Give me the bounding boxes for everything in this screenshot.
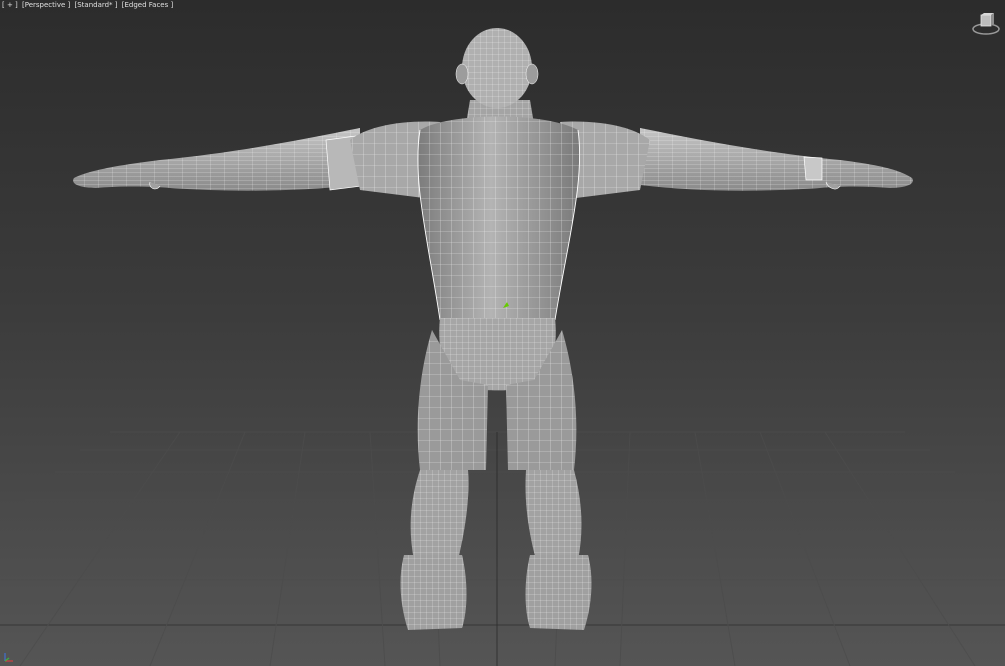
viewport-menu-button[interactable]: [ + ]: [2, 1, 18, 9]
viewport-label: [ + ] [Perspective ] [Standard* ] [Edged…: [2, 1, 175, 9]
ground-grid: [0, 431, 1005, 666]
viewcube-icon[interactable]: [971, 12, 1001, 36]
view-mode-button[interactable]: [Perspective ]: [22, 1, 70, 9]
left-arm: [73, 128, 363, 191]
axis-tripod-icon: [4, 653, 13, 662]
character-model: [73, 28, 913, 630]
torso: [417, 116, 581, 321]
head: [455, 28, 539, 130]
scene-canvas[interactable]: [0, 0, 1005, 666]
lower-legs: [410, 470, 582, 560]
perspective-viewport[interactable]: [ + ] [Perspective ] [Standard* ] [Edged…: [0, 0, 1005, 666]
display-mode-button[interactable]: [Edged Faces ]: [122, 1, 173, 9]
boots: [400, 555, 592, 630]
right-arm: [640, 128, 913, 191]
shading-mode-button[interactable]: [Standard* ]: [74, 1, 117, 9]
